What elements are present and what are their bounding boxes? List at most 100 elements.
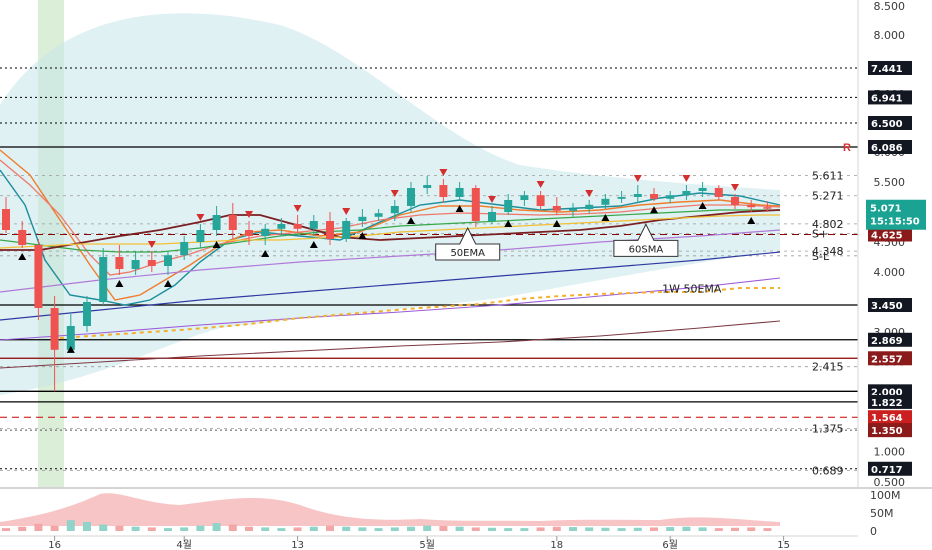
level-tag-text-11: 0.717	[871, 465, 903, 476]
price-tick-14: 0.500	[874, 476, 906, 489]
level-tag-text-10: 1.350	[871, 426, 903, 437]
annotation-3: 4.802	[812, 218, 844, 231]
time-tick-6: 15	[777, 540, 790, 550]
volume-tick-2: 0	[870, 525, 877, 538]
level-tag-text-0: 7.441	[871, 64, 903, 75]
volume-bar-8	[131, 526, 140, 531]
level-tag-text-4: 3.450	[871, 301, 903, 312]
candle-body-1	[18, 230, 27, 245]
volume-bar-6	[99, 524, 108, 531]
volume-bar-3	[50, 525, 59, 531]
price-tick-13: 1.000	[874, 446, 906, 459]
annotation-1: 5.271	[812, 190, 844, 203]
level-tag-text-2: 6.500	[871, 119, 903, 130]
level-marker-3: R	[843, 142, 851, 154]
volume-bar-47	[763, 528, 772, 531]
candle-body-44	[714, 188, 723, 197]
candle-body-11	[180, 242, 189, 256]
annotation-8: 0.689	[812, 464, 844, 477]
annotation-5: S-L	[812, 250, 830, 263]
candle-body-16	[261, 228, 270, 236]
volume-bar-34	[552, 526, 561, 531]
volume-bar-46	[747, 527, 756, 531]
level-tag-text-12: 4.625	[871, 231, 903, 242]
level-tag-text-8: 1.822	[871, 398, 903, 409]
level-tag-text-1: 6.941	[871, 93, 903, 104]
level-tag-text-3: 6.086	[871, 143, 903, 154]
chart-label-0: 1W 50EMA	[662, 282, 722, 295]
volume-bar-32	[520, 528, 529, 531]
volume-bar-38	[617, 528, 626, 531]
volume-bar-4	[66, 520, 75, 531]
callout-text-1: 60SMA	[629, 244, 664, 255]
level-tag-text-9: 1.564	[871, 413, 903, 424]
volume-bar-12	[196, 525, 205, 531]
volume-bar-36	[585, 527, 594, 531]
candle-body-40	[650, 194, 658, 199]
volume-bar-31	[504, 528, 513, 531]
price-tick-0: 8.500	[874, 0, 906, 13]
candle-body-42	[682, 191, 691, 196]
volume-bar-39	[633, 527, 642, 531]
price-chart[interactable]: 8.5008.0007.0006.0005.5005.0004.5004.000…	[0, 0, 932, 550]
volume-bar-35	[569, 527, 577, 531]
level-tag-text-5: 2.869	[871, 336, 903, 347]
volume-bar-44	[714, 528, 723, 531]
callout-text-0: 50EMA	[450, 248, 485, 259]
time-tick-1: 4월	[176, 539, 192, 550]
time-tick-2: 13	[291, 540, 304, 550]
volume-bar-33	[536, 527, 545, 531]
candle-body-26	[423, 185, 432, 188]
volume-bar-28	[455, 526, 464, 531]
volume-bar-9	[147, 527, 156, 531]
candle-body-14	[228, 215, 237, 230]
candle-body-21	[342, 221, 351, 239]
candle-body-2	[34, 245, 43, 308]
candle-body-19	[309, 221, 318, 229]
volume-bar-16	[261, 527, 270, 531]
annotation-0: 5.611	[812, 169, 844, 182]
candle-body-13	[212, 215, 221, 230]
candle-body-9	[147, 260, 156, 266]
candle-body-0	[2, 209, 10, 230]
volume-bar-7	[115, 525, 124, 531]
volume-bar-41	[666, 527, 675, 531]
candle-body-47	[763, 207, 772, 209]
candle-body-7	[115, 257, 124, 269]
candle-body-35	[569, 209, 577, 211]
candle-body-23	[374, 213, 383, 217]
volume-bar-30	[488, 527, 496, 531]
volume-bar-24	[390, 527, 399, 531]
candle-body-36	[585, 204, 594, 209]
volume-bar-15	[245, 526, 253, 531]
volume-bar-45	[731, 527, 739, 531]
candle-body-37	[601, 198, 610, 205]
volume-bar-42	[682, 526, 691, 531]
annotation-7: 1.375	[812, 423, 844, 436]
annotation-6: 2.415	[812, 361, 844, 374]
price-tick-4: 5.500	[874, 176, 906, 189]
candle-body-12	[196, 230, 205, 242]
level-tag-text-6: 2.557	[871, 354, 903, 365]
time-tick-0: 16	[48, 540, 61, 550]
volume-bar-13	[212, 523, 221, 531]
volume-bar-26	[423, 525, 432, 531]
current-price-text: 5.071	[870, 204, 902, 215]
candle-body-30	[488, 212, 496, 221]
countdown-text: 15:15:50	[870, 217, 920, 228]
candle-body-8	[131, 260, 140, 269]
volume-bar-29	[471, 527, 480, 531]
volume-bar-11	[180, 527, 189, 531]
candle-body-20	[326, 221, 334, 239]
volume-bar-43	[698, 527, 707, 531]
candle-body-15	[245, 230, 253, 236]
volume-bar-21	[342, 526, 351, 531]
candle-body-18	[293, 224, 302, 229]
volume-tick-1: 50M	[870, 507, 894, 520]
candle-body-45	[731, 197, 739, 205]
candle-body-31	[504, 200, 513, 212]
volume-bar-19	[309, 526, 318, 531]
volume-bar-17	[277, 528, 286, 531]
price-tick-7: 4.000	[874, 266, 906, 279]
candle-body-25	[407, 188, 415, 206]
